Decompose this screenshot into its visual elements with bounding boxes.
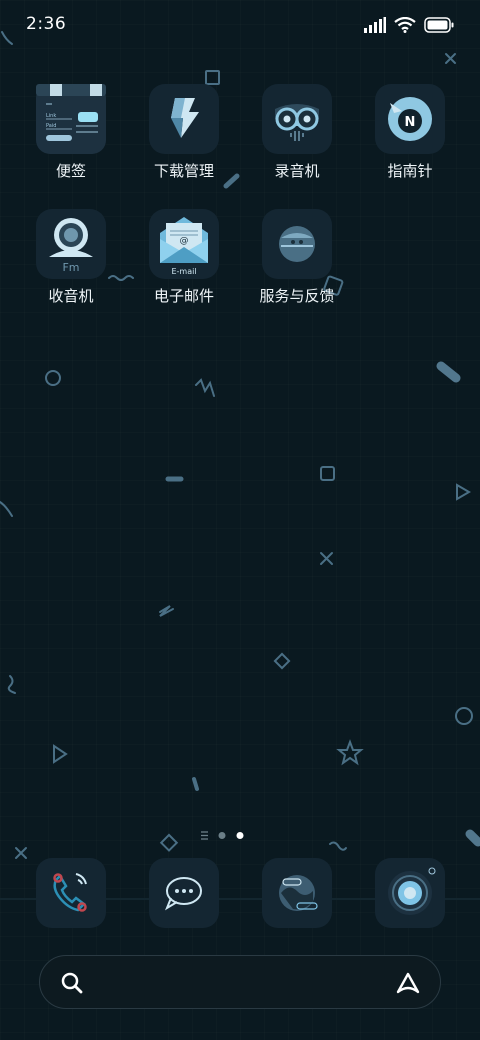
app-label: 指南针 bbox=[387, 162, 433, 180]
page-dot-active[interactable] bbox=[236, 832, 244, 839]
email-label-text: E-mail bbox=[171, 267, 196, 275]
messages-icon bbox=[164, 877, 202, 911]
dock-phone[interactable] bbox=[36, 858, 106, 928]
page-dot-inactive[interactable] bbox=[218, 832, 226, 839]
service-icon bbox=[279, 226, 315, 262]
browser-icon bbox=[279, 875, 318, 911]
phone-icon bbox=[53, 873, 87, 912]
search-icon[interactable] bbox=[60, 971, 84, 995]
dock-messages[interactable] bbox=[149, 858, 219, 928]
download-tile[interactable] bbox=[149, 84, 219, 154]
compass-n-text: N bbox=[405, 115, 416, 130]
notes-tile[interactable]: Link Paid bbox=[36, 84, 106, 154]
notes-paid-text: Paid bbox=[46, 123, 56, 129]
service-tile[interactable] bbox=[262, 209, 332, 279]
app-label: 收音机 bbox=[48, 287, 94, 305]
email-at-text: @ bbox=[180, 236, 189, 246]
search-bar[interactable] bbox=[39, 955, 441, 1009]
compass-tile[interactable]: N bbox=[375, 84, 445, 154]
compass-icon: N bbox=[388, 97, 432, 141]
radio-icon: Fm bbox=[49, 218, 93, 274]
dock-camera[interactable] bbox=[375, 858, 445, 928]
recorder-tile[interactable] bbox=[262, 84, 332, 154]
radio-fm-text: Fm bbox=[62, 261, 79, 274]
app-compass[interactable]: N 指南针 bbox=[360, 84, 460, 194]
dock-browser[interactable] bbox=[262, 858, 332, 928]
app-label: 下载管理 bbox=[153, 162, 214, 180]
app-label: 服务与反馈 bbox=[259, 287, 335, 305]
camera-icon bbox=[388, 867, 436, 915]
download-icon bbox=[171, 98, 199, 138]
app-notes[interactable]: Link Paid 便签 bbox=[21, 84, 121, 194]
email-tile[interactable]: @ E-mail bbox=[149, 209, 219, 279]
app-radio[interactable]: Fm 收音机 bbox=[21, 209, 121, 319]
app-label: 录音机 bbox=[274, 162, 320, 180]
page-indicator-list-icon bbox=[201, 831, 208, 840]
app-label: 便签 bbox=[55, 162, 86, 180]
radio-tile[interactable]: Fm bbox=[36, 209, 106, 279]
app-recorder[interactable]: 录音机 bbox=[247, 84, 347, 194]
app-email[interactable]: @ E-mail 电子邮件 bbox=[134, 209, 234, 319]
app-label: 电子邮件 bbox=[153, 287, 214, 305]
notes-link-text: Link bbox=[46, 113, 56, 119]
assistant-icon[interactable] bbox=[394, 970, 422, 996]
app-download-manager[interactable]: 下载管理 bbox=[134, 84, 234, 194]
app-service-feedback[interactable]: 服务与反馈 bbox=[247, 209, 347, 319]
notes-icon: Link Paid bbox=[36, 84, 106, 154]
recorder-icon bbox=[275, 104, 319, 141]
email-icon: @ E-mail bbox=[160, 217, 208, 275]
page-indicator[interactable] bbox=[200, 830, 260, 842]
